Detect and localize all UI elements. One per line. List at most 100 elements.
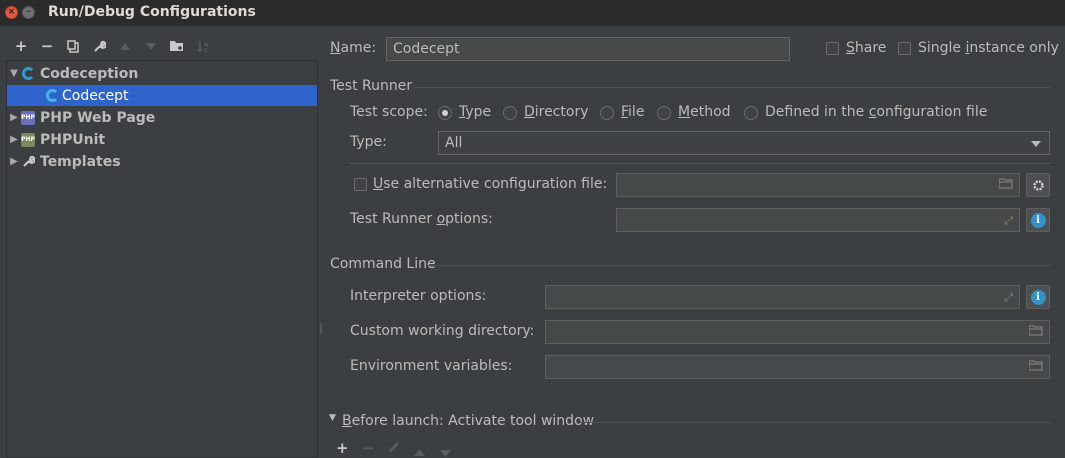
use-alt-config-checkbox[interactable]: [354, 178, 367, 191]
before-launch-up-button[interactable]: [414, 442, 425, 458]
php-icon: PHP: [21, 110, 35, 125]
before-launch-title[interactable]: Before launch: Activate tool window: [342, 413, 594, 429]
copy-icon: [67, 39, 79, 53]
section-divider: [414, 87, 1050, 88]
wrench-icon: [93, 40, 106, 52]
tree-item-label: PHP Web Page: [40, 109, 156, 126]
tree-item-label: Codecept: [62, 87, 129, 104]
test-runner-section-title: Test Runner: [330, 78, 413, 94]
scope-directory-label: Directory: [524, 104, 589, 120]
window-close-button[interactable]: ×: [5, 6, 18, 19]
collapsed-arrow-icon[interactable]: ▶: [7, 134, 21, 145]
edit-defaults-button[interactable]: [86, 37, 112, 55]
share-checkbox[interactable]: [826, 42, 839, 55]
scope-directory-radio[interactable]: [503, 106, 517, 120]
section-divider: [428, 265, 1050, 266]
gear-icon: [1032, 179, 1044, 191]
add-configuration-button[interactable]: +: [8, 37, 34, 55]
remove-configuration-button[interactable]: −: [34, 37, 60, 55]
tree-item-codeception[interactable]: ▼ Codeception: [7, 63, 317, 84]
before-launch-down-button[interactable]: [440, 443, 451, 458]
alt-config-settings-button[interactable]: [1026, 173, 1050, 197]
sort-button[interactable]: az: [190, 37, 216, 55]
arrow-up-icon: [414, 449, 425, 456]
phpunit-icon: PHP: [21, 132, 35, 147]
scope-file-radio[interactable]: [600, 106, 614, 120]
folder-icon[interactable]: [998, 177, 1013, 195]
name-field[interactable]: Codecept: [386, 37, 790, 61]
arrow-up-icon: [120, 42, 130, 50]
section-divider: [350, 163, 1050, 164]
working-directory-label: Custom working directory:: [350, 323, 535, 339]
single-instance-label: Single instance only: [918, 40, 1059, 56]
tree-item-phpunit[interactable]: ▶ PHP PHPUnit: [7, 129, 317, 150]
scope-file-label: File: [621, 104, 645, 120]
section-divider: [580, 422, 1050, 423]
type-select-value: All: [445, 135, 463, 151]
wrench-icon: [21, 155, 35, 169]
folder-icon[interactable]: [1028, 324, 1043, 342]
expand-icon[interactable]: ⤢: [1004, 212, 1013, 230]
arrow-down-icon: [440, 450, 451, 457]
codeception-icon: [21, 67, 35, 81]
window-minimize-button[interactable]: –: [22, 6, 35, 19]
environment-variables-field[interactable]: [545, 355, 1050, 379]
title-bar: × – Run/Debug Configurations: [0, 0, 1065, 26]
copy-configuration-button[interactable]: [60, 37, 86, 55]
single-instance-checkbox[interactable]: [898, 42, 911, 55]
chevron-down-icon: [1031, 141, 1041, 147]
interpreter-options-field[interactable]: ⤢: [545, 285, 1020, 309]
scope-defined-in-config-label: Defined in the configuration file: [765, 104, 988, 120]
expand-icon[interactable]: ⤢: [1004, 289, 1013, 307]
configurations-tree: ▼ Codeception Codecept ▶ PHP PHP Web Pag…: [6, 60, 318, 458]
pencil-icon: [389, 442, 399, 452]
alt-config-file-field[interactable]: [616, 173, 1020, 197]
expanded-arrow-icon[interactable]: ▼: [7, 68, 21, 79]
move-down-button[interactable]: [138, 37, 164, 55]
codeception-icon: [45, 89, 59, 103]
before-launch-edit-button[interactable]: [388, 439, 401, 457]
scope-type-label: Type: [459, 104, 492, 120]
arrow-down-icon: [146, 42, 156, 50]
panel-splitter-handle[interactable]: ⁞ ⁞: [319, 323, 323, 342]
environment-variables-label: Environment variables:: [350, 358, 513, 374]
scope-method-label: Method: [678, 104, 731, 120]
window-title: Run/Debug Configurations: [48, 4, 256, 20]
share-label: Share: [846, 40, 887, 56]
scope-defined-in-config-radio[interactable]: [744, 106, 758, 120]
tree-item-php-web-page[interactable]: ▶ PHP PHP Web Page: [7, 107, 317, 128]
configurations-toolbar: + − az: [8, 37, 216, 55]
working-directory-field[interactable]: [545, 320, 1050, 344]
collapse-arrow-icon[interactable]: ▼: [329, 413, 336, 423]
folder-icon: [170, 41, 183, 51]
test-scope-label: Test scope:: [350, 104, 428, 120]
tree-item-label: PHPUnit: [40, 131, 106, 148]
collapsed-arrow-icon[interactable]: ▶: [7, 156, 21, 167]
type-select[interactable]: All: [438, 131, 1050, 155]
new-folder-button[interactable]: [164, 37, 190, 55]
before-launch-remove-button[interactable]: −: [362, 439, 375, 457]
tree-item-label: Templates: [40, 153, 121, 170]
configurations-panel: + − az ▼ Codeception Codecept ▶ PHP PHP …: [0, 26, 318, 458]
info-icon: i: [1030, 289, 1046, 305]
scope-method-radio[interactable]: [657, 106, 671, 120]
before-launch-add-button[interactable]: +: [336, 439, 349, 457]
move-up-button[interactable]: [112, 37, 138, 55]
command-line-section-title: Command Line: [330, 256, 436, 272]
close-icon: ×: [7, 7, 16, 17]
tree-item-codecept[interactable]: Codecept: [7, 85, 317, 106]
minimize-icon: –: [26, 7, 31, 17]
folder-icon[interactable]: [1028, 359, 1043, 377]
collapsed-arrow-icon[interactable]: ▶: [7, 112, 21, 123]
test-runner-options-label: Test Runner options:: [350, 211, 493, 227]
tree-item-templates[interactable]: ▶ Templates: [7, 151, 317, 172]
name-label: Name:: [330, 40, 377, 56]
scope-type-radio[interactable]: [438, 106, 452, 120]
test-runner-options-info-button[interactable]: i: [1026, 208, 1050, 232]
use-alt-config-label: Use alternative configuration file:: [373, 176, 608, 192]
interpreter-options-label: Interpreter options:: [350, 288, 487, 304]
type-label: Type:: [350, 134, 387, 150]
tree-item-label: Codeception: [40, 65, 139, 82]
test-runner-options-field[interactable]: ⤢: [616, 208, 1020, 232]
interpreter-options-info-button[interactable]: i: [1026, 285, 1050, 309]
